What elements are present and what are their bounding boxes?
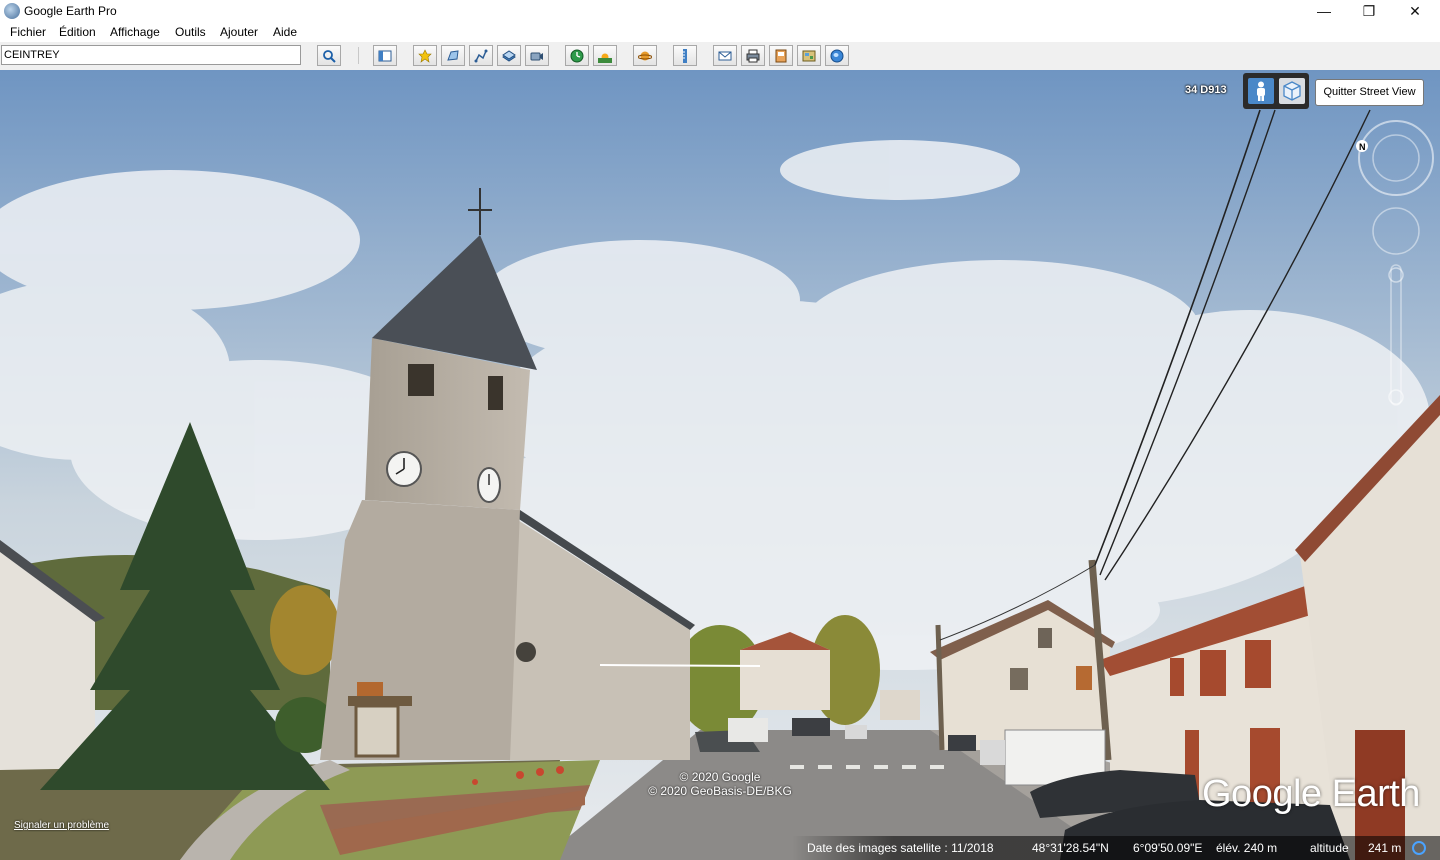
exit-street-view-button[interactable]: Quitter Street View: [1315, 79, 1424, 106]
latitude-readout: 48°31'28.54"N: [1032, 841, 1109, 855]
menu-affichage[interactable]: Affichage: [110, 25, 160, 39]
street-view-panorama[interactable]: [0, 70, 1440, 860]
email-button[interactable]: [713, 45, 737, 66]
tour-icon: [530, 52, 543, 60]
add-image-overlay-button[interactable]: [497, 45, 521, 66]
planets-button[interactable]: [633, 45, 657, 66]
sidebar-icon: [378, 50, 392, 61]
google-earth-logo: Google Earth: [1202, 773, 1420, 815]
altitude-value: 241 m: [1368, 841, 1402, 855]
planets-icon: [638, 51, 652, 60]
cube-icon: [1283, 81, 1301, 101]
path-icon: [474, 49, 488, 62]
search-icon: [323, 49, 336, 63]
print-icon: [746, 49, 760, 62]
record-tour-button[interactable]: [525, 45, 549, 66]
web-button[interactable]: [825, 45, 849, 66]
map-button[interactable]: [797, 45, 821, 66]
placemark-icon: [418, 48, 432, 63]
historical-imagery-icon: [570, 49, 584, 62]
imagery-date: Date des images satellite : 11/2018: [807, 841, 994, 855]
close-button[interactable]: ✕: [1392, 0, 1438, 23]
save-image-icon: [775, 49, 787, 62]
menu-outils[interactable]: Outils: [175, 25, 206, 39]
menu-aide[interactable]: Aide: [273, 25, 297, 39]
ruler-icon: [683, 48, 687, 63]
altitude-label: altitude: [1310, 841, 1349, 855]
polygon-icon: [447, 49, 459, 61]
sunlight-icon: [598, 53, 612, 63]
add-path-button[interactable]: [469, 45, 493, 66]
look-joystick-ring[interactable]: [1358, 120, 1434, 196]
sidebar-toggle-button[interactable]: [373, 45, 397, 66]
sunlight-button[interactable]: [593, 45, 617, 66]
elevation-readout: élév. 240 m: [1216, 841, 1278, 855]
north-n-icon: N: [1359, 142, 1366, 152]
status-bar: Date des images satellite : 11/2018 48°3…: [0, 836, 1440, 860]
print-button[interactable]: [741, 45, 765, 66]
ruler-button[interactable]: [673, 45, 697, 66]
email-icon: [718, 51, 732, 60]
street-view-viewport[interactable]: 34 D913 Quitter Street View N © 2020 Goo…: [0, 70, 1440, 860]
minimize-button[interactable]: —: [1301, 0, 1347, 23]
add-placemark-button[interactable]: [413, 45, 437, 66]
menu-fichier[interactable]: Fichier: [10, 25, 46, 39]
toolbar: [0, 42, 1440, 71]
look-joystick-inner[interactable]: [1372, 134, 1420, 182]
streaming-progress-icon: [1412, 841, 1426, 855]
zoom-slider[interactable]: [1390, 264, 1402, 406]
web-icon: [830, 49, 844, 62]
imagery-copyright: © 2020 Google © 2020 GeoBasis-DE/BKG: [630, 770, 810, 798]
image-overlay-icon: [502, 49, 516, 62]
road-label: 34 D913: [1185, 84, 1227, 96]
report-problem-link[interactable]: Signaler un problème: [14, 820, 109, 831]
title-bar: Google Earth Pro — ❐ ✕: [0, 0, 1440, 23]
move-joystick[interactable]: [1372, 207, 1420, 255]
3d-view-button[interactable]: [1279, 78, 1305, 104]
toolbar-divider: [358, 47, 359, 64]
menu-bar: Fichier Édition Affichage Outils Ajouter…: [0, 23, 1440, 42]
historical-imagery-button[interactable]: [565, 45, 589, 66]
window-title: Google Earth Pro: [24, 4, 117, 18]
search-button[interactable]: [317, 45, 341, 66]
google-earth-icon: [4, 3, 20, 19]
longitude-readout: 6°09'50.09"E: [1133, 841, 1203, 855]
street-view-mode-selector: [1243, 73, 1309, 109]
person-icon: [1257, 81, 1265, 101]
search-input[interactable]: [1, 45, 301, 65]
menu-edition[interactable]: Édition: [59, 25, 96, 39]
maximize-button[interactable]: ❐: [1346, 0, 1392, 23]
ground-level-view-button[interactable]: [1248, 78, 1274, 104]
navigation-controls[interactable]: N: [1356, 120, 1436, 410]
copyright-google: © 2020 Google: [679, 770, 761, 784]
add-polygon-button[interactable]: [441, 45, 465, 66]
menu-ajouter[interactable]: Ajouter: [220, 25, 258, 39]
map-icon: [802, 50, 816, 61]
copyright-geobasis: © 2020 GeoBasis-DE/BKG: [648, 784, 792, 798]
save-image-button[interactable]: [769, 45, 793, 66]
